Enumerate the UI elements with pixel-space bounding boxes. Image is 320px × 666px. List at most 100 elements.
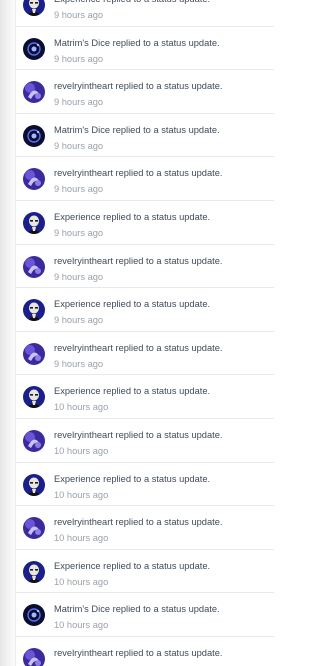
notification-text: Experience replied to a status update. <box>54 212 210 222</box>
notification-action: replied to a status update. <box>103 386 211 397</box>
notification-item[interactable]: Experience replied to a status update. 1… <box>16 550 274 594</box>
notification-time: 10 hours ago <box>54 620 109 631</box>
notification-time: 9 hours ago <box>54 271 104 282</box>
revelryintheart-avatar-icon <box>23 81 45 104</box>
notification-item[interactable]: Experience replied to a status update. 9… <box>16 288 274 332</box>
notification-time: 9 hours ago <box>54 315 104 326</box>
revelryintheart-avatar-icon <box>23 342 45 365</box>
notification-action: replied to a status update. <box>112 37 220 48</box>
matrims-dice-avatar-icon <box>23 124 45 147</box>
notification-text: Matrim's Dice replied to a status update… <box>54 38 220 48</box>
notification-item[interactable]: revelryintheart replied to a status upda… <box>16 157 274 201</box>
notification-item[interactable]: Matrim's Dice replied to a status update… <box>16 593 274 637</box>
notification-text: revelryintheart replied to a status upda… <box>54 343 223 353</box>
notification-user[interactable]: revelryintheart <box>54 517 113 527</box>
notification-action: replied to a status update. <box>115 429 223 440</box>
revelryintheart-avatar[interactable] <box>23 342 45 365</box>
notification-item[interactable]: Experience replied to a status update. 9… <box>16 201 274 245</box>
notification-item[interactable]: revelryintheart replied to a status upda… <box>16 419 274 463</box>
notification-text: revelryintheart replied to a status upda… <box>54 648 223 658</box>
notification-item[interactable]: revelryintheart replied to a status upda… <box>16 637 274 666</box>
notification-time: 10 hours ago <box>54 576 109 587</box>
experience-avatar-icon <box>23 0 45 16</box>
experience-avatar[interactable] <box>23 0 45 16</box>
notification-user[interactable]: Experience <box>54 386 101 396</box>
notification-item[interactable]: revelryintheart replied to a status upda… <box>16 506 274 550</box>
notification-text: Matrim's Dice replied to a status update… <box>54 125 220 135</box>
matrims-dice-avatar[interactable] <box>23 124 45 147</box>
notification-time: 9 hours ago <box>54 140 104 151</box>
notification-item[interactable]: Experience replied to a status update. 1… <box>16 463 274 507</box>
notification-item[interactable]: revelryintheart replied to a status upda… <box>16 332 274 376</box>
notification-user[interactable]: Matrim's Dice <box>54 604 110 614</box>
notification-action: replied to a status update. <box>103 560 211 571</box>
matrims-dice-avatar-icon <box>23 604 45 627</box>
notification-user[interactable]: revelryintheart <box>54 168 113 178</box>
matrims-dice-avatar[interactable] <box>23 37 45 60</box>
notification-action: replied to a status update. <box>112 604 220 615</box>
notification-user[interactable]: Experience <box>54 474 101 484</box>
notification-time: 10 hours ago <box>54 445 109 456</box>
notification-action: replied to a status update. <box>103 0 210 4</box>
notification-user[interactable]: revelryintheart <box>54 648 113 658</box>
notification-user[interactable]: Experience <box>54 212 101 222</box>
revelryintheart-avatar-icon <box>23 429 45 452</box>
experience-avatar[interactable] <box>23 299 45 322</box>
experience-avatar-icon <box>23 211 45 234</box>
notification-user[interactable]: revelryintheart <box>54 81 113 91</box>
notification-user[interactable]: revelryintheart <box>54 430 113 440</box>
notification-user[interactable]: Experience <box>54 0 101 4</box>
notification-item[interactable]: Experience replied to a status update. 1… <box>16 375 274 419</box>
notification-user[interactable]: Matrim's Dice <box>54 38 110 48</box>
notification-text: revelryintheart replied to a status upda… <box>54 517 223 527</box>
notification-text: Experience replied to a status update. <box>54 474 210 484</box>
notification-text: revelryintheart replied to a status upda… <box>54 430 223 440</box>
experience-avatar[interactable] <box>23 211 45 234</box>
notification-text: Experience replied to a status update. <box>54 299 210 309</box>
revelryintheart-avatar[interactable] <box>23 517 45 540</box>
notification-user[interactable]: revelryintheart <box>54 343 113 353</box>
notification-user[interactable]: Experience <box>54 561 101 571</box>
experience-avatar[interactable] <box>23 386 45 409</box>
notification-action: replied to a status update. <box>115 168 223 179</box>
notification-action: replied to a status update. <box>103 299 211 310</box>
experience-avatar-icon <box>23 560 45 583</box>
notification-action: replied to a status update. <box>103 211 211 222</box>
notification-action: replied to a status update. <box>112 124 220 135</box>
notification-text: Experience replied to a status update. <box>54 0 210 4</box>
notification-time: 10 hours ago <box>54 489 109 500</box>
experience-avatar-icon <box>23 386 45 409</box>
notification-action: replied to a status update. <box>103 473 211 484</box>
revelryintheart-avatar[interactable] <box>23 168 45 191</box>
notification-time: 9 hours ago <box>54 358 104 369</box>
revelryintheart-avatar-icon <box>23 517 45 540</box>
notification-action: replied to a status update. <box>115 81 223 92</box>
revelryintheart-avatar-icon <box>23 647 45 666</box>
notifications-panel: Experience replied to a status update. 9… <box>0 0 274 666</box>
matrims-dice-avatar[interactable] <box>23 604 45 627</box>
notification-action: replied to a status update. <box>115 647 223 658</box>
notification-item[interactable]: revelryintheart replied to a status upda… <box>16 70 274 114</box>
notification-user[interactable]: Experience <box>54 299 101 309</box>
notification-time: 9 hours ago <box>54 10 104 20</box>
notification-item[interactable]: Experience replied to a status update. 9… <box>16 0 274 27</box>
revelryintheart-avatar[interactable] <box>23 429 45 452</box>
revelryintheart-avatar[interactable] <box>23 647 45 666</box>
notification-time: 10 hours ago <box>54 402 109 413</box>
notification-action: replied to a status update. <box>115 517 223 528</box>
notification-text: revelryintheart replied to a status upda… <box>54 256 223 266</box>
experience-avatar-icon <box>23 299 45 322</box>
notification-item[interactable]: Matrim's Dice replied to a status update… <box>16 114 274 158</box>
revelryintheart-avatar-icon <box>23 255 45 278</box>
revelryintheart-avatar[interactable] <box>23 81 45 104</box>
revelryintheart-avatar[interactable] <box>23 255 45 278</box>
notification-user[interactable]: revelryintheart <box>54 256 113 266</box>
notification-item[interactable]: revelryintheart replied to a status upda… <box>16 245 274 289</box>
notification-action: replied to a status update. <box>115 342 223 353</box>
notification-text: revelryintheart replied to a status upda… <box>54 168 223 178</box>
notification-item[interactable]: Matrim's Dice replied to a status update… <box>16 27 274 71</box>
experience-avatar[interactable] <box>23 473 45 496</box>
notification-user[interactable]: Matrim's Dice <box>54 125 110 135</box>
experience-avatar[interactable] <box>23 560 45 583</box>
matrims-dice-avatar-icon <box>23 37 45 60</box>
